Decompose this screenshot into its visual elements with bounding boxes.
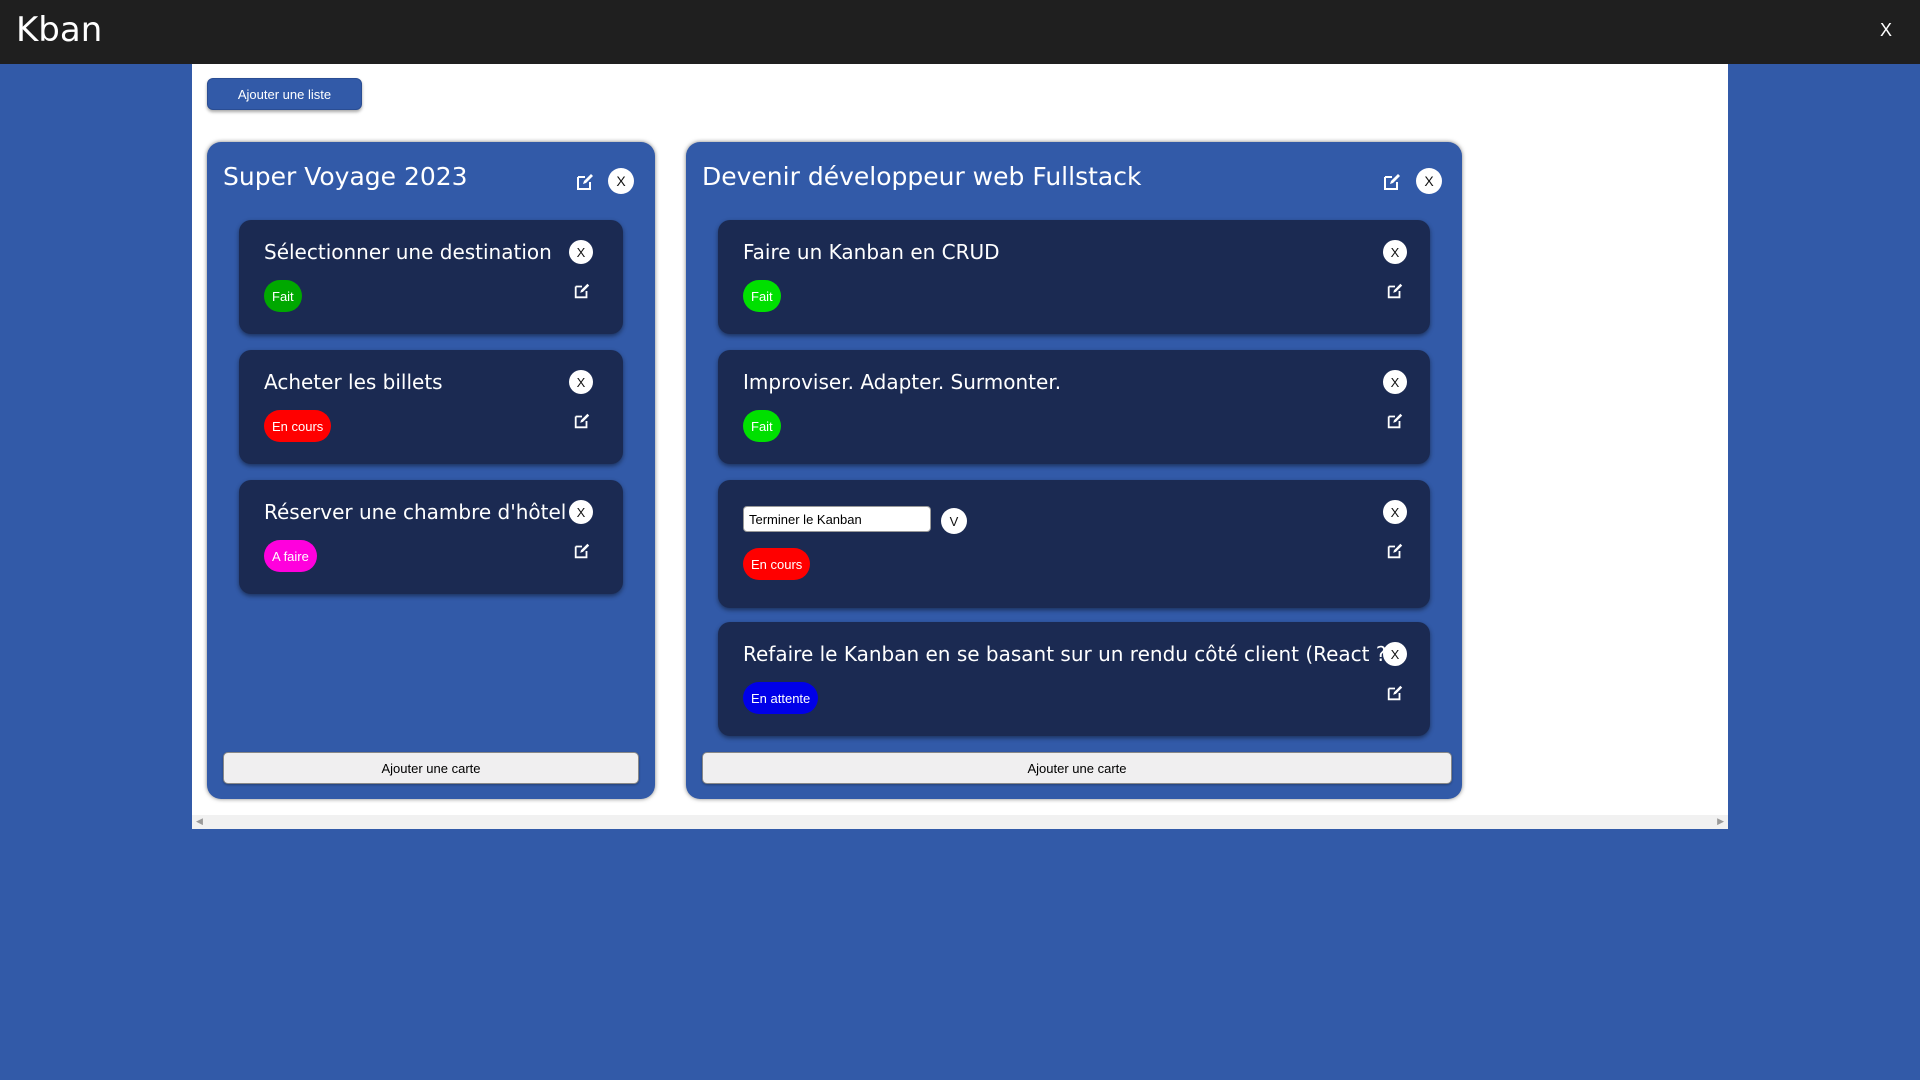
add-card-button[interactable]: Ajouter une carte: [702, 752, 1452, 784]
edit-card-icon[interactable]: [1386, 412, 1404, 430]
status-badge[interactable]: En attente: [743, 682, 819, 714]
add-card-button[interactable]: Ajouter une carte: [223, 752, 639, 784]
card-title: Acheter les billets: [264, 370, 443, 394]
card-title: Faire un Kanban en CRUD: [743, 240, 1000, 264]
delete-card-button[interactable]: X: [1383, 500, 1407, 524]
confirm-title-button[interactable]: V: [941, 508, 967, 534]
edit-card-icon[interactable]: [573, 412, 591, 430]
edit-list-icon[interactable]: [575, 172, 595, 192]
list-devenir-developpeur: Devenir développeur web Fullstack X Fair…: [686, 142, 1462, 799]
scroll-right-arrow-icon[interactable]: ▶: [1717, 817, 1724, 827]
status-badge[interactable]: Fait: [743, 280, 781, 312]
add-list-button[interactable]: Ajouter une liste: [207, 78, 362, 110]
delete-card-button[interactable]: X: [1383, 240, 1407, 264]
card-item-editing[interactable]: V X En cours: [718, 480, 1430, 608]
delete-card-button[interactable]: X: [569, 500, 593, 524]
card-item[interactable]: Improviser. Adapter. Surmonter. X Fait: [718, 350, 1430, 464]
status-badge[interactable]: En cours: [264, 410, 332, 442]
horizontal-scrollbar[interactable]: ◀ ▶: [192, 815, 1728, 829]
card-item[interactable]: Acheter les billets X En cours: [239, 350, 623, 464]
board: Ajouter une liste Super Voyage 2023 X Sé…: [192, 64, 1728, 829]
scroll-left-arrow-icon[interactable]: ◀: [196, 817, 203, 827]
card-title: Réserver une chambre d'hôtel: [264, 500, 567, 524]
delete-card-button[interactable]: X: [569, 370, 593, 394]
card-title-input[interactable]: [743, 506, 931, 532]
app-title: Kban: [16, 10, 103, 50]
card-item[interactable]: Sélectionner une destination X Fait: [239, 220, 623, 334]
close-app-button[interactable]: X: [1880, 20, 1892, 41]
close-list-button[interactable]: X: [608, 168, 634, 194]
card-title: Refaire le Kanban en se basant sur un re…: [743, 642, 1395, 666]
delete-card-button[interactable]: X: [569, 240, 593, 264]
status-badge[interactable]: En cours: [743, 548, 811, 580]
list-super-voyage: Super Voyage 2023 X Sélectionner une des…: [207, 142, 655, 799]
status-badge[interactable]: Fait: [264, 280, 302, 312]
list-title: Devenir développeur web Fullstack: [702, 162, 1142, 191]
list-title: Super Voyage 2023: [223, 162, 468, 191]
delete-card-button[interactable]: X: [1383, 370, 1407, 394]
card-item[interactable]: Faire un Kanban en CRUD X Fait: [718, 220, 1430, 334]
edit-list-icon[interactable]: [1382, 172, 1402, 192]
delete-card-button[interactable]: X: [1383, 642, 1407, 666]
close-list-button[interactable]: X: [1416, 168, 1442, 194]
edit-card-icon[interactable]: [573, 542, 591, 560]
edit-card-icon[interactable]: [573, 282, 591, 300]
edit-card-icon[interactable]: [1386, 684, 1404, 702]
card-title: Improviser. Adapter. Surmonter.: [743, 370, 1062, 394]
status-badge[interactable]: A faire: [264, 540, 317, 572]
card-title: Sélectionner une destination: [264, 240, 552, 264]
edit-card-icon[interactable]: [1386, 542, 1404, 560]
status-badge[interactable]: Fait: [743, 410, 781, 442]
card-item[interactable]: Refaire le Kanban en se basant sur un re…: [718, 622, 1430, 736]
edit-card-icon[interactable]: [1386, 282, 1404, 300]
card-item[interactable]: Réserver une chambre d'hôtel X A faire: [239, 480, 623, 594]
top-bar: Kban X: [0, 0, 1920, 64]
